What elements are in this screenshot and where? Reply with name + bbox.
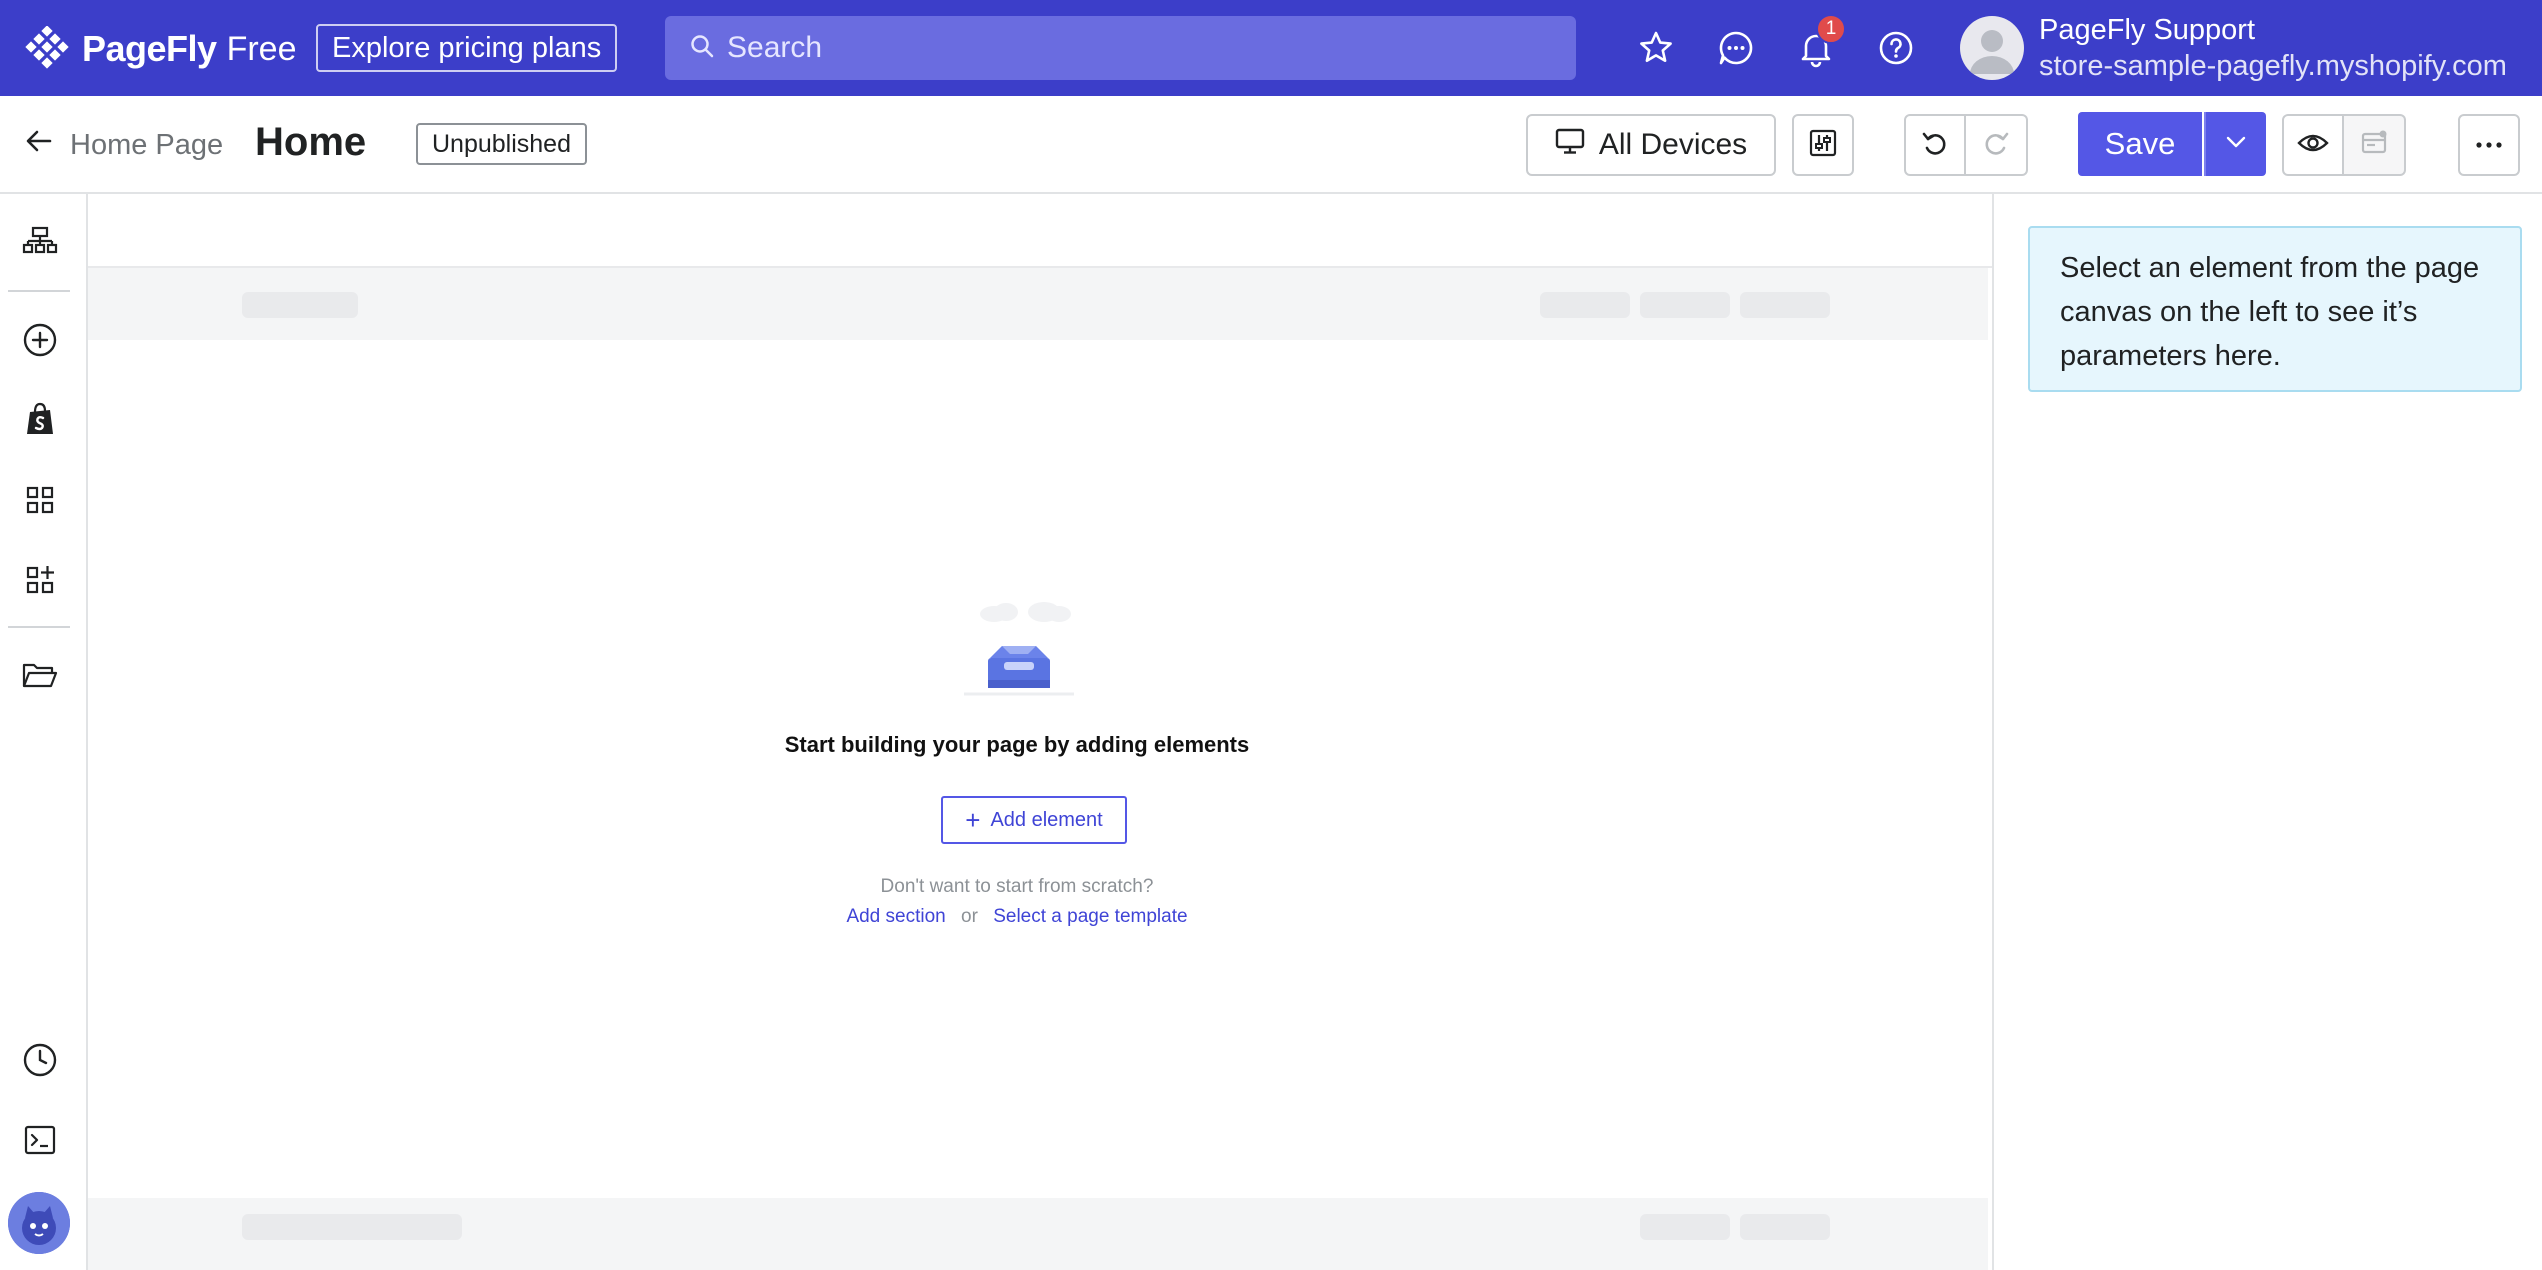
settings-sliders-button[interactable] — [1792, 114, 1854, 176]
explore-pricing-button[interactable]: Explore pricing plans — [316, 24, 618, 72]
status-badge: Unpublished — [416, 123, 587, 165]
select-template-link[interactable]: Select a page template — [993, 906, 1187, 927]
skeleton-bar — [1540, 292, 1630, 318]
plan-name: Free — [226, 29, 297, 68]
skeleton-bar — [242, 292, 358, 318]
pagefly-logo-icon — [24, 25, 70, 72]
chat-icon[interactable] — [1716, 28, 1756, 68]
empty-box-icon — [924, 594, 1114, 704]
search-placeholder: Search — [727, 31, 823, 64]
star-icon[interactable] — [1636, 28, 1676, 68]
save-options-button[interactable] — [2204, 112, 2266, 176]
history-icon[interactable] — [20, 1040, 60, 1080]
notification-badge: 1 — [1816, 14, 1846, 44]
page-publish-icon — [2359, 128, 2389, 163]
undo-icon — [1920, 128, 1950, 163]
sliders-icon — [1808, 128, 1838, 163]
layers-icon[interactable] — [20, 222, 60, 262]
devices-button[interactable]: All Devices — [1526, 114, 1776, 176]
more-options-button[interactable] — [2458, 114, 2520, 176]
skeleton-bar — [1740, 292, 1830, 318]
grid-icon[interactable] — [20, 480, 60, 520]
undo-button[interactable] — [1904, 114, 1966, 176]
add-icon[interactable] — [20, 320, 60, 360]
mascot-avatar[interactable] — [8, 1192, 70, 1254]
save-button[interactable]: Save — [2078, 112, 2202, 176]
back-link[interactable]: Home Page — [24, 126, 223, 164]
add-section-link[interactable]: Add section — [846, 906, 945, 927]
rail-divider — [8, 626, 70, 628]
shopify-icon[interactable] — [20, 400, 60, 440]
rail-divider — [8, 290, 70, 292]
publish-settings-button[interactable] — [2344, 114, 2406, 176]
devices-label: All Devices — [1598, 128, 1748, 161]
preview-button[interactable] — [2282, 114, 2344, 176]
selection-hint: Select an element from the page canvas o… — [2028, 226, 2522, 392]
console-icon[interactable] — [20, 1120, 60, 1160]
user-store[interactable]: store-sample-pagefly.myshopify.com — [2039, 50, 2507, 83]
empty-state-title: Start building your page by adding eleme… — [784, 732, 1250, 757]
desktop-icon — [1555, 127, 1585, 163]
back-link-label: Home Page — [70, 128, 224, 161]
scratch-links: Add section or Select a page template — [88, 906, 1946, 928]
skeleton-bar — [242, 1214, 462, 1240]
editor-toolbar: Home Page Home Unpublished All Devices S… — [0, 96, 2542, 194]
avatar[interactable] — [1960, 16, 2024, 80]
apps-add-icon[interactable] — [20, 560, 60, 600]
skeleton-bar — [1640, 292, 1730, 318]
header-placeholder — [88, 268, 1988, 340]
redo-button[interactable] — [1966, 114, 2028, 176]
properties-panel: Select an element from the page canvas o… — [1992, 194, 2542, 1270]
pagefly-logo[interactable]: PageFly Free — [24, 25, 297, 72]
chevron-down-icon — [2225, 135, 2247, 154]
redo-icon — [1981, 128, 2011, 163]
user-name[interactable]: PageFly Support — [2039, 14, 2255, 47]
page-canvas[interactable]: Start building your page by adding eleme… — [88, 194, 1992, 1270]
left-sidebar — [0, 194, 88, 1270]
scratch-prompt: Don't want to start from scratch? — [880, 876, 1154, 897]
folder-icon[interactable] — [20, 656, 60, 696]
or-text: or — [961, 906, 978, 927]
brand-name: PageFly — [82, 28, 217, 69]
plus-icon: + — [965, 805, 981, 835]
arrow-left-icon — [24, 126, 54, 164]
add-element-button[interactable]: + Add element — [941, 796, 1127, 844]
skeleton-bar — [1640, 1214, 1730, 1240]
page-title[interactable]: Home — [255, 120, 366, 165]
search-input[interactable]: Search — [665, 16, 1576, 80]
eye-icon — [2297, 131, 2329, 160]
skeleton-bar — [1740, 1214, 1830, 1240]
search-icon — [689, 33, 715, 64]
help-icon[interactable] — [1876, 28, 1916, 68]
more-horizontal-icon — [2474, 136, 2504, 154]
footer-placeholder — [88, 1198, 1988, 1270]
add-element-label: Add element — [990, 808, 1103, 831]
top-bar: PageFly Free Explore pricing plans Searc… — [0, 0, 2542, 96]
